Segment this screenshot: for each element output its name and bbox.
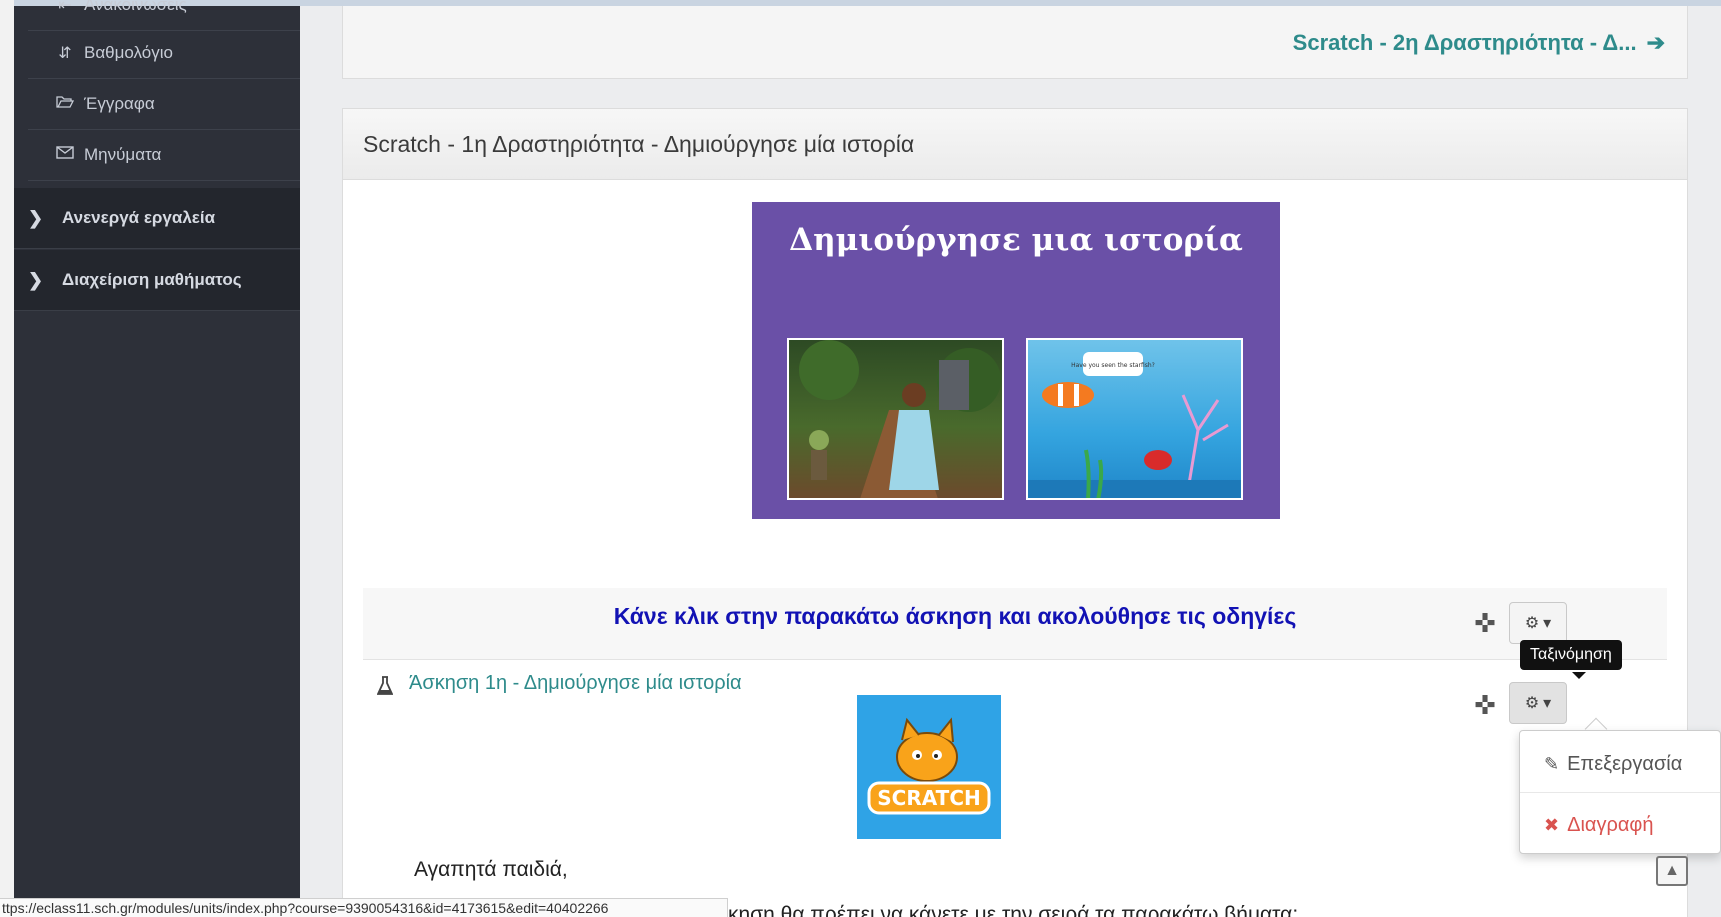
scratch-logo-image: SCRATCH: [857, 695, 1001, 839]
sidebar-item-label: Ανακοινώσεις: [84, 0, 187, 14]
instruction-label: Κάνε κλικ στην παρακάτω άσκηση και ακολο…: [613, 603, 1297, 629]
sidebar-item-label: Μηνύματα: [84, 145, 162, 164]
banner-title: Δημιούργησε μια ιστορία: [789, 222, 1243, 258]
next-unit-label: Scratch - 2η Δραστηριότητα - Δ...: [1292, 30, 1637, 55]
edit-menu-item[interactable]: ✎ Επεξεργασία: [1520, 737, 1720, 793]
label-settings-button[interactable]: ⚙ ▾: [1509, 602, 1567, 644]
sidebar: ⇤ Ανακοινώσεις ⇵ Βαθμολόγιο Έγγραφα Μηνύ…: [14, 0, 300, 917]
sidebar-item-announcements[interactable]: ⇤ Ανακοινώσεις: [28, 0, 300, 31]
sidebar-item-documents[interactable]: Έγγραφα: [28, 79, 300, 130]
sidebar-group-course-management[interactable]: ❯ Διαχείριση μαθήματος: [14, 250, 300, 311]
sidebar-item-label: Έγγραφα: [84, 94, 155, 113]
instructions-partial-text: κηση θα πρέπει να κάνετε με την σειρά τα…: [728, 903, 1299, 917]
unit-navigation-panel: Scratch - 2η Δραστηριότητα - Δ... ➔: [342, 6, 1688, 79]
caret-down-icon: ▾: [1543, 615, 1552, 632]
sidebar-group-label: Διαχείριση μαθήματος: [62, 270, 242, 289]
sidebar-group-label: Ανενεργά εργαλεία: [62, 208, 216, 227]
delete-label: Διαγραφή: [1567, 813, 1654, 836]
delete-menu-item[interactable]: ✖ Διαγραφή: [1520, 797, 1720, 853]
envelope-icon: [54, 146, 76, 164]
greeting-text: Αγαπητά παιδιά,: [414, 858, 568, 881]
story-banner-image: Δημιούργησε μια ιστορία Have you seen th…: [752, 202, 1280, 519]
forest-scene-thumbnail: [787, 338, 1004, 500]
sort-numeric-icon: ⇵: [58, 45, 72, 62]
speech-bubble-text: Have you seen the starfish?: [1071, 362, 1155, 369]
move-icon[interactable]: ✜: [1472, 692, 1498, 718]
next-unit-link[interactable]: Scratch - 2η Δραστηριότητα - Δ... ➔: [1293, 30, 1665, 56]
scroll-to-top-button[interactable]: ▲: [1656, 856, 1688, 886]
gear-icon: ⚙: [1524, 695, 1540, 712]
unit-title: Scratch - 1η Δραστηριότητα - Δημιούργησε…: [343, 109, 1687, 180]
chevron-right-icon: ❯: [28, 207, 44, 228]
caret-down-icon: ▾: [1543, 695, 1552, 712]
arrow-right-icon: ➔: [1646, 30, 1665, 55]
folder-open-icon: [54, 95, 76, 114]
caret-up-icon: ▲: [1664, 862, 1680, 879]
sidebar-item-messages[interactable]: Μηνύματα: [28, 130, 300, 181]
sidebar-item-gradebook[interactable]: ⇵ Βαθμολόγιο: [28, 28, 300, 79]
tooltip-caret: [1572, 672, 1586, 679]
ocean-scene-thumbnail: Have you seen the starfish?: [1026, 338, 1243, 500]
gear-icon: ⚙: [1524, 615, 1540, 632]
window-left-edge: [0, 0, 14, 917]
activity-actions-menu: ✎ Επεξεργασία ✖ Διαγραφή: [1519, 730, 1721, 854]
flask-icon: [377, 676, 393, 695]
exercise-link[interactable]: Άσκηση 1η - Δημιούργησε μία ιστορία: [409, 672, 742, 695]
sidebar-item-label: Βαθμολόγιο: [84, 43, 173, 62]
edit-icon: ✎: [1544, 754, 1560, 774]
browser-status-bar: ttps://eclass11.sch.gr/modules/units/ind…: [0, 898, 728, 917]
close-icon: ✖: [1544, 814, 1560, 835]
sort-tooltip: Ταξινόμηση: [1520, 640, 1622, 670]
instruction-label-row: Κάνε κλικ στην παρακάτω άσκηση και ακολο…: [363, 588, 1667, 660]
unit-panel: Scratch - 1η Δραστηριότητα - Δημιούργησε…: [342, 108, 1688, 917]
chevron-right-icon: ❯: [28, 269, 44, 290]
bullhorn-icon: ⇤: [58, 0, 72, 14]
edit-label: Επεξεργασία: [1567, 753, 1683, 775]
activity-settings-button[interactable]: ⚙ ▾: [1509, 682, 1567, 724]
move-icon[interactable]: ✜: [1472, 610, 1498, 636]
scratch-logo-text: SCRATCH: [877, 786, 980, 810]
sidebar-group-inactive-tools[interactable]: ❯ Ανενεργά εργαλεία: [14, 188, 300, 249]
